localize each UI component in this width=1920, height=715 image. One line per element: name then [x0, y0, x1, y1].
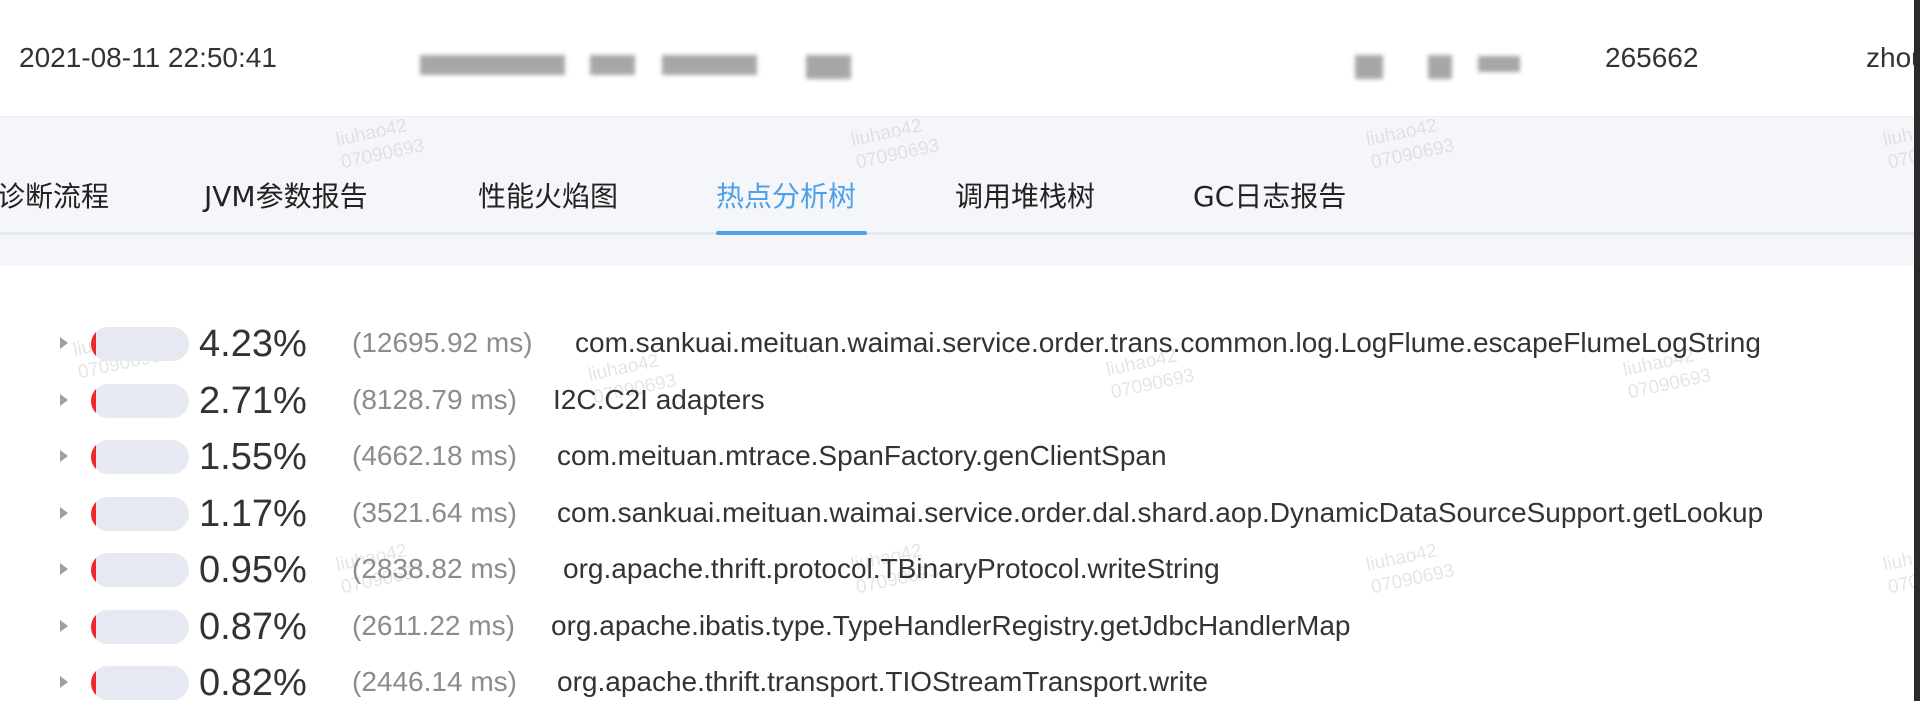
- hotspot-row[interactable]: 0.82% (2446.14 ms) org.apache.thrift.trans…: [0, 659, 1920, 715]
- hotspot-duration: (4662.18 ms): [352, 440, 517, 471]
- percent-bar-fill: [91, 440, 96, 474]
- percent-bar-fill: [91, 666, 96, 700]
- hotspot-row[interactable]: 1.17% (3521.64 ms) com.sankuai.meituan.wai…: [0, 490, 1920, 546]
- hotspot-row[interactable]: 0.95% (2838.82 ms) org.apache.thrift.proto…: [0, 546, 1920, 602]
- expand-caret-icon[interactable]: [60, 506, 68, 519]
- redacted-text: [806, 55, 851, 79]
- percent-bar-fill: [91, 609, 96, 644]
- expand-caret-icon[interactable]: [60, 393, 68, 406]
- hotspot-percent: 4.23%: [199, 323, 307, 365]
- hotspot-duration: (8128.79 ms): [352, 383, 517, 415]
- percent-bar: [91, 327, 189, 361]
- hotspot-duration: (2838.82 ms): [352, 553, 517, 584]
- hotspot-row[interactable]: 2.71% (8128.79 ms) I2C.C2I adapters: [0, 377, 1920, 433]
- redacted-text: [420, 55, 565, 75]
- percent-bar: [91, 496, 189, 531]
- hotspot-method: I2C.C2I adapters: [553, 383, 765, 415]
- tab-bar-divider: [0, 232, 1920, 235]
- tab-hotspot-tree[interactable]: 热点分析树: [716, 175, 856, 215]
- expand-caret-icon[interactable]: [60, 619, 68, 632]
- expand-caret-icon[interactable]: [60, 337, 68, 349]
- hotspot-row[interactable]: 0.87% (2611.22 ms) org.apache.ibatis.type.…: [0, 603, 1920, 659]
- hotspot-method: com.sankuai.meituan.waimai.service.order…: [557, 496, 1764, 528]
- hotspot-percent: 0.82%: [199, 662, 307, 704]
- hotspot-percent: 1.17%: [199, 492, 307, 535]
- percent-bar-fill: [91, 327, 96, 361]
- tab-call-stack-tree[interactable]: 调用堆栈树: [955, 175, 1095, 215]
- redacted-text: [1355, 55, 1383, 79]
- expand-caret-icon[interactable]: [60, 676, 68, 688]
- percent-bar: [91, 440, 189, 474]
- tab-flame-graph[interactable]: 性能火焰图: [478, 175, 618, 215]
- record-user: zhou: [1866, 42, 1920, 73]
- hotspot-duration: (12695.92 ms): [352, 327, 533, 358]
- percent-bar: [91, 666, 189, 700]
- expand-caret-icon[interactable]: [60, 450, 68, 462]
- record-info-row: 2021-08-11 22:50:41 265662 zhou: [0, 0, 1920, 117]
- tab-gc-log-report[interactable]: GC日志报告: [1193, 175, 1346, 215]
- hotspot-duration: (3521.64 ms): [352, 496, 517, 528]
- redacted-text: [1428, 55, 1452, 79]
- record-count: 265662: [1605, 42, 1699, 73]
- redacted-text: [1478, 56, 1520, 72]
- redacted-text: [590, 55, 635, 75]
- percent-bar: [91, 553, 189, 587]
- redacted-text: [662, 55, 757, 75]
- percent-bar: [91, 609, 189, 644]
- hotspot-percent: 0.95%: [199, 549, 307, 591]
- record-timestamp: 2021-08-11 22:50:41: [19, 42, 277, 73]
- percent-bar-fill: [91, 553, 96, 587]
- percent-bar-fill: [91, 496, 96, 531]
- hotspot-row[interactable]: 1.55% (4662.18 ms) com.meituan.mtrace.Span…: [0, 433, 1920, 489]
- hotspot-percent: 2.71%: [199, 379, 307, 422]
- percent-bar-fill: [91, 383, 96, 418]
- hotspot-percent: 0.87%: [199, 605, 307, 648]
- hotspot-method: com.meituan.mtrace.SpanFactory.genClient…: [557, 440, 1167, 471]
- hotspot-duration: (2446.14 ms): [352, 666, 517, 697]
- expand-caret-icon[interactable]: [60, 563, 68, 575]
- hotspot-method: com.sankuai.meituan.waimai.service.order…: [575, 327, 1761, 358]
- hotspot-method: org.apache.thrift.protocol.TBinaryProtoc…: [563, 553, 1220, 584]
- tab-jvm-params-report[interactable]: JVM参数报告: [204, 175, 368, 215]
- hotspot-duration: (2611.22 ms): [352, 609, 515, 641]
- active-tab-indicator: [716, 231, 867, 235]
- hotspot-row[interactable]: 4.23% (12695.92 ms) com.sankuai.meituan.wa…: [0, 320, 1920, 376]
- hotspot-method: org.apache.thrift.transport.TIOStreamTra…: [557, 666, 1208, 697]
- hotspot-percent: 1.55%: [199, 436, 307, 478]
- window-edge: [1914, 0, 1920, 701]
- tab-diagnosis-flow[interactable]: 诊断流程: [0, 175, 109, 215]
- hotspot-method: org.apache.ibatis.type.TypeHandlerRegist…: [551, 609, 1351, 641]
- percent-bar: [91, 383, 189, 418]
